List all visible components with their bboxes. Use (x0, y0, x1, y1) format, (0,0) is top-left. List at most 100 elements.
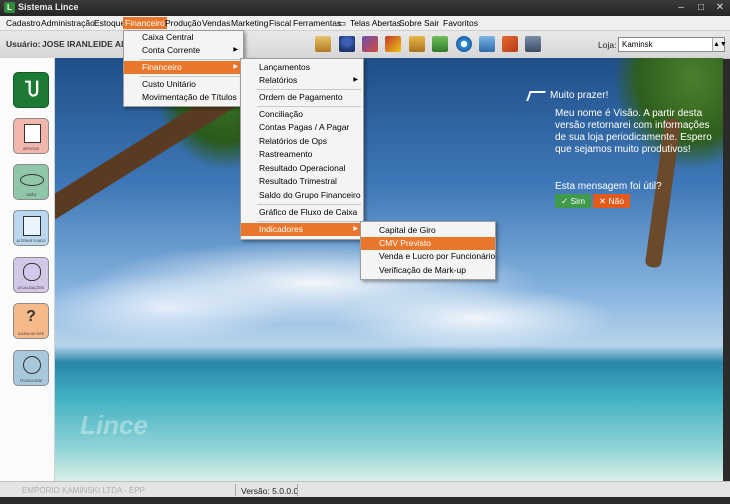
monitor-icon[interactable] (479, 36, 495, 52)
menu-administracao[interactable]: Administração (39, 17, 97, 29)
menu-divider (257, 221, 361, 222)
app-logo-icon: L (4, 2, 15, 13)
menu-item-rastreamento[interactable]: Rastreamento (241, 148, 363, 161)
menu-item-conciliacao[interactable]: Conciliação (241, 108, 363, 121)
menu-divider (257, 89, 361, 90)
menu-sobre[interactable]: Sobre (397, 17, 424, 29)
menu-item-financeiro-label: Financeiro (142, 62, 182, 72)
version-label: Versão: 5.0.0.0 (241, 486, 299, 496)
menu-item-venda-lucro[interactable]: Venda e Lucro por Funcionário (361, 250, 495, 263)
menu-item-custo-unitario[interactable]: Custo Unitário (124, 78, 243, 91)
document-icon (24, 124, 41, 143)
status-bar: EMPORIO KAMINSKI LTDA - EPP Versão: 5.0.… (0, 481, 730, 498)
assistant-greeting: Muito prazer! (550, 90, 609, 101)
menu-ferramentas[interactable]: Ferramentas (291, 17, 343, 29)
user-icon[interactable] (339, 36, 355, 52)
menu-item-resultado-trimestral[interactable]: Resultado Trimestral (241, 175, 363, 188)
update-icon (23, 263, 41, 281)
menu-item-contas-pagas[interactable]: Contas Pagas / A Pagar (241, 121, 363, 134)
atualizacoes-button[interactable]: ATUALIZAÇÕES (13, 257, 49, 293)
menu-cadastro[interactable]: Cadastro (4, 17, 43, 29)
window-title: Sistema Lince (18, 2, 79, 12)
menu-item-indicadores-label: Indicadores (259, 224, 303, 234)
store-select-value: Kaminsk (622, 40, 653, 49)
menu-divider (257, 106, 361, 107)
menu-favoritos[interactable]: Favoritos (441, 17, 480, 29)
status-divider (235, 484, 236, 496)
window-border (0, 497, 730, 504)
no-button[interactable]: ✕ Não (593, 194, 631, 208)
alterar-fundo-button[interactable]: ALTERAR FUNDO (13, 210, 49, 246)
money-icon[interactable] (432, 36, 448, 52)
menu-producao[interactable]: Produção (163, 17, 203, 29)
store-label: Loja: (598, 40, 617, 50)
assistant-question: Esta mensagem foi útil? (555, 181, 662, 192)
tecnologie-label: TECNOLOGIE (19, 379, 43, 383)
menu-item-grafico-fluxo[interactable]: Gráfico de Fluxo de Caixa (241, 206, 363, 219)
menu-item-indicadores[interactable]: Indicadores ▶ (241, 223, 363, 236)
toolbar: Usuário: JOSE IRANLEIDE ALVES Loja: Kami… (0, 31, 730, 59)
financeiro-submenu: Lançamentos Relatórios ▶ Ordem de Pagamen… (240, 58, 364, 240)
ajuda-no-site-label: AJUDA NO SITE (17, 332, 45, 336)
menu-item-financeiro[interactable]: Financeiro ▶ (124, 61, 243, 74)
yes-button[interactable]: ✓ Sim (555, 194, 592, 208)
refresh-icon[interactable] (456, 36, 472, 52)
close-icon[interactable]: ✕ (711, 1, 729, 14)
menu-item-resultado-operacional[interactable]: Resultado Operacional (241, 162, 363, 175)
title-bar: L Sistema Lince – □ ✕ (0, 0, 730, 16)
lince-logo-button[interactable]: Ⴎ (13, 72, 49, 108)
menu-item-conta-corrente[interactable]: Conta Corrente ▶ (124, 44, 243, 57)
chevron-right-icon: ▶ (353, 77, 358, 83)
windows-icon: ▭ (338, 18, 347, 28)
artigos-label: ARTIGOS (23, 147, 39, 151)
menu-item-relatorios[interactable]: Relatórios ▶ (241, 74, 363, 87)
crate-icon[interactable] (409, 36, 425, 52)
menu-item-relatorios-label: Relatórios (259, 75, 298, 85)
box-icon[interactable] (315, 36, 331, 52)
menu-divider (257, 204, 361, 205)
menu-marketing[interactable]: Marketing (229, 17, 270, 29)
menu-item-movimentacao-titulos[interactable]: Movimentação de Títulos (124, 91, 243, 104)
minimize-icon[interactable]: – (672, 1, 690, 14)
menu-fiscal[interactable]: Fiscal (267, 17, 293, 29)
menu-financeiro[interactable]: Financeiro (123, 17, 167, 29)
book-icon[interactable] (525, 36, 541, 52)
indicadores-submenu: Capital de Giro CMV Previsto Venda e Luc… (360, 221, 496, 280)
ajuda-no-site-button[interactable]: ? AJUDA NO SITE (13, 303, 49, 339)
globe-icon (23, 356, 41, 374)
menu-item-lancamentos[interactable]: Lançamentos (241, 61, 363, 74)
chevron-right-icon: ▶ (233, 64, 238, 70)
tecnologie-button[interactable]: TECNOLOGIE (13, 350, 49, 386)
image-icon (23, 216, 41, 236)
menu-telas-abertas[interactable]: Telas Abertas (348, 17, 403, 29)
lince-logo-icon: Ⴎ (24, 80, 40, 100)
chevron-down-icon[interactable]: ▲▼ (712, 38, 727, 51)
menu-item-verificacao-markup[interactable]: Verificação de Mark-up (361, 264, 495, 277)
menu-sair[interactable]: Sair (422, 17, 441, 29)
menu-estoque[interactable]: Estoque (92, 17, 127, 29)
status-divider (297, 484, 298, 496)
visao-button[interactable]: VISÃO (13, 164, 49, 200)
package-icon[interactable] (362, 36, 378, 52)
chevron-right-icon: ▶ (353, 226, 358, 232)
user-label: Usuário: (6, 39, 41, 49)
store-select[interactable]: Kaminsk ▲▼ (618, 37, 727, 52)
menu-item-relatorios-ops[interactable]: Relatórios de Ops (241, 135, 363, 148)
menu-item-saldo-grupo[interactable]: Saldo do Grupo Financeiro (241, 189, 363, 202)
tag-icon[interactable] (502, 36, 518, 52)
menu-item-capital-giro[interactable]: Capital de Giro (361, 224, 495, 237)
artigos-button[interactable]: ARTIGOS (13, 118, 49, 154)
menu-item-ordem-pagamento[interactable]: Ordem de Pagamento (241, 91, 363, 104)
tools-icon[interactable] (385, 36, 401, 52)
alterar-fundo-label: ALTERAR FUNDO (16, 239, 46, 243)
menu-divider (140, 59, 241, 60)
menu-item-cmv-previsto[interactable]: CMV Previsto (361, 237, 495, 250)
assistant-message: Meu nome é Visão. A partir desta versão … (555, 108, 712, 155)
sidebar: Ⴎ ARTIGOS VISÃO ALTERAR FUNDO ATUALIZAÇÕ… (0, 58, 55, 481)
menu-item-caixa-central[interactable]: Caixa Central (124, 31, 243, 44)
menu-vendas[interactable]: Vendas (200, 17, 232, 29)
company-name: EMPORIO KAMINSKI LTDA - EPP (22, 486, 145, 495)
maximize-icon[interactable]: □ (692, 1, 710, 14)
atualizacoes-label: ATUALIZAÇÕES (17, 286, 45, 290)
menu-bar: Cadastro Administração Estoque Financeir… (0, 16, 730, 31)
